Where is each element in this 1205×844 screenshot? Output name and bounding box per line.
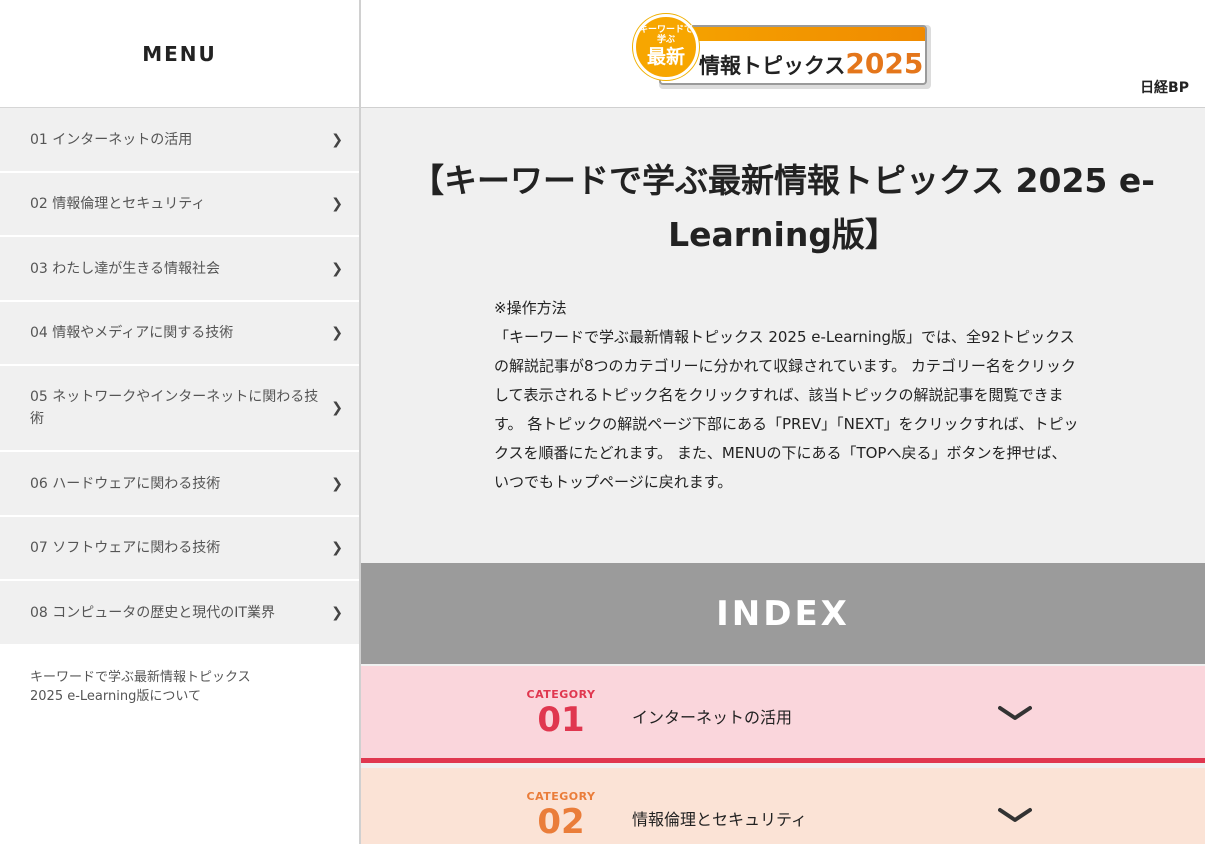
logo-text: 情報トピックス2025 [699, 47, 923, 80]
logo-badge: キーワードで学ぶ 最新 [633, 14, 699, 80]
chevron-right-icon: ❯ [331, 475, 343, 492]
about-line-2: 2025 e-Learning版について [30, 689, 201, 704]
menu-list: 01 インターネットの活用 ❯ 02 情報倫理とセキュリティ ❯ 03 わたし達… [0, 108, 359, 646]
chevron-down-icon[interactable] [998, 704, 1032, 724]
logo-main-text: 情報トピックス [699, 54, 846, 78]
main-content: 【キーワードで学ぶ最新情報トピックス 2025 e-Learning版】 ※操作… [361, 108, 1205, 844]
chevron-right-icon: ❯ [331, 260, 343, 277]
category-name: 情報倫理とセキュリティ [632, 810, 808, 829]
menu-item-label: 07 ソフトウェアに関わる技術 [30, 540, 221, 556]
logo-year: 2025 [845, 47, 924, 80]
menu-item-label: 01 インターネットの活用 [30, 131, 193, 148]
chevron-right-icon: ❯ [331, 196, 343, 212]
logo-banner: 情報トピックス2025 [659, 25, 931, 89]
header: 情報トピックス2025 キーワードで学ぶ 最新 日経BP [361, 0, 1205, 108]
menu-item-label: 04 情報やメディアに関する技術 [30, 325, 234, 341]
menu-item-02[interactable]: 02 情報倫理とセキュリティ ❯ [0, 173, 359, 237]
chevron-right-icon: ❯ [331, 604, 343, 621]
about-link[interactable]: キーワードで学ぶ最新情報トピックス 2025 e-Learning版について [0, 646, 359, 728]
menu-item-07[interactable]: 07 ソフトウェアに関わる技術 ❯ [0, 517, 359, 581]
chevron-right-icon: ❯ [331, 131, 343, 148]
menu-header: MENU [0, 0, 359, 108]
category-01[interactable]: CATEGORY 01 インターネットの活用 [361, 666, 1205, 763]
menu-item-03[interactable]: 03 わたし達が生きる情報社会 ❯ [0, 237, 359, 302]
sidebar: MENU 01 インターネットの活用 ❯ 02 情報倫理とセキュリティ ❯ 03… [0, 0, 361, 844]
logo-badge-big-text: 最新 [646, 46, 685, 68]
page-title: 【キーワードで学ぶ最新情報トピックス 2025 e-Learning版】 [411, 161, 1155, 254]
menu-item-01[interactable]: 01 インターネットの活用 ❯ [0, 108, 359, 173]
category-number: 01 [537, 700, 585, 740]
menu-item-08[interactable]: 08 コンピュータの歴史と現代のIT業界 ❯ [0, 581, 359, 646]
menu-item-06[interactable]: 06 ハードウェアに関わる技術 ❯ [0, 452, 359, 517]
menu-item-label: 08 コンピュータの歴史と現代のIT業界 [30, 604, 275, 621]
howto-body: 「キーワードで学ぶ最新情報トピックス 2025 e-Learning版」では、全… [494, 328, 1079, 491]
about-line-1: キーワードで学ぶ最新情報トピックス [30, 670, 251, 685]
category-name: インターネットの活用 [632, 708, 793, 727]
chevron-right-icon: ❯ [331, 325, 343, 341]
index-heading: INDEX [361, 563, 1205, 664]
publisher-name: 日経BP [1140, 80, 1189, 96]
howto-section: ※操作方法 「キーワードで学ぶ最新情報トピックス 2025 e-Learning… [494, 294, 1079, 497]
menu-item-label: 02 情報倫理とセキュリティ [30, 196, 206, 212]
logo-badge-small-text: キーワードで学ぶ [638, 25, 693, 45]
category-02[interactable]: CATEGORY 02 情報倫理とセキュリティ [361, 768, 1205, 844]
chevron-down-icon[interactable] [998, 806, 1032, 826]
menu-item-label: 05 ネットワークやインターネットに関わる技術 [30, 389, 319, 427]
chevron-right-icon: ❯ [331, 540, 343, 556]
category-number: 02 [537, 802, 585, 842]
menu-item-04[interactable]: 04 情報やメディアに関する技術 ❯ [0, 302, 359, 366]
menu-item-05[interactable]: 05 ネットワークやインターネットに関わる技術 ❯ [0, 366, 359, 452]
site-logo[interactable]: 情報トピックス2025 キーワードで学ぶ 最新 [633, 14, 933, 92]
logo-banner-stripe [661, 27, 925, 41]
menu-item-label: 06 ハードウェアに関わる技術 [30, 475, 221, 492]
index-label: INDEX [716, 593, 850, 634]
menu-item-label: 03 わたし達が生きる情報社会 [30, 260, 220, 277]
chevron-right-icon: ❯ [331, 400, 343, 416]
howto-heading: ※操作方法 [494, 299, 567, 317]
menu-title: MENU [142, 41, 217, 66]
